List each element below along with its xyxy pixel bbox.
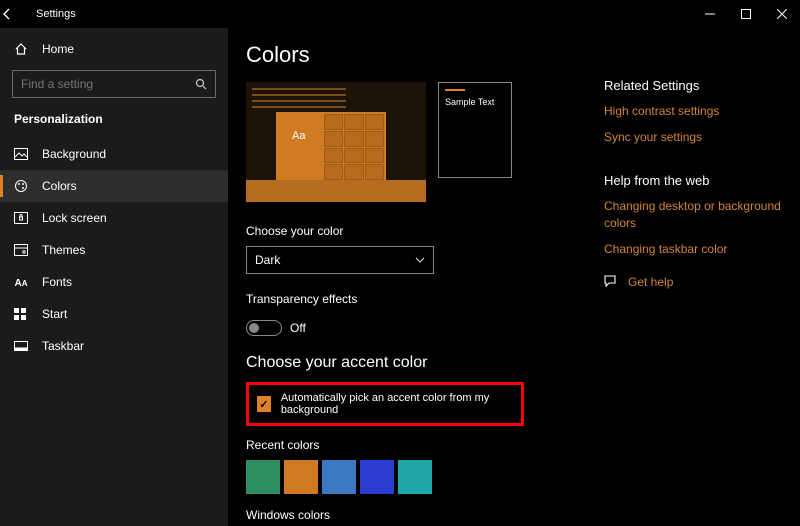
color-swatch[interactable] — [398, 460, 432, 494]
page-title: Colors — [246, 42, 800, 68]
related-settings-heading: Related Settings — [604, 78, 784, 93]
auto-pick-label: Automatically pick an accent color from … — [281, 392, 513, 416]
sidebar-item-label: Colors — [42, 179, 77, 193]
back-button[interactable] — [0, 7, 28, 21]
content-area: Colors Aa Sample Text Choose your color … — [228, 28, 800, 526]
choose-color-dropdown[interactable]: Dark — [246, 246, 434, 274]
recent-colors-label: Recent colors — [246, 438, 800, 452]
lock-screen-icon — [14, 212, 28, 224]
palette-icon — [14, 179, 28, 193]
chat-icon — [604, 275, 618, 288]
sidebar-category: Personalization — [0, 106, 228, 134]
title-bar: Settings — [0, 0, 800, 28]
sidebar-item-background[interactable]: Background — [0, 138, 228, 170]
get-help-link[interactable]: Get help — [604, 275, 784, 289]
sidebar-item-lock-screen[interactable]: Lock screen — [0, 202, 228, 234]
window-title: Settings — [36, 8, 692, 20]
close-button[interactable] — [764, 0, 800, 28]
sidebar-item-label: Background — [42, 147, 106, 161]
auto-pick-highlight: ✓ Automatically pick an accent color fro… — [246, 382, 524, 426]
search-icon — [195, 78, 207, 90]
transparency-label: Transparency effects — [246, 292, 800, 306]
get-help-label: Get help — [628, 275, 673, 289]
recent-colors-row — [246, 460, 800, 494]
auto-pick-checkbox[interactable]: ✓ — [257, 396, 271, 412]
preview-aa: Aa — [292, 130, 305, 142]
sidebar-item-taskbar[interactable]: Taskbar — [0, 330, 228, 362]
themes-icon — [14, 244, 28, 256]
transparency-state: Off — [290, 321, 306, 335]
preview-sample-text: Sample Text — [445, 97, 505, 107]
sidebar-item-themes[interactable]: Themes — [0, 234, 228, 266]
link-changing-taskbar-color[interactable]: Changing taskbar color — [604, 241, 784, 257]
accent-heading: Choose your accent color — [246, 354, 800, 372]
sidebar-item-label: Start — [42, 307, 67, 321]
sidebar-item-start[interactable]: Start — [0, 298, 228, 330]
chevron-down-icon — [415, 257, 425, 263]
color-swatch[interactable] — [284, 460, 318, 494]
link-sync-settings[interactable]: Sync your settings — [604, 129, 784, 145]
right-column: Related Settings High contrast settings … — [604, 78, 784, 289]
sidebar-item-label: Themes — [42, 243, 85, 257]
help-heading: Help from the web — [604, 173, 784, 188]
color-swatch[interactable] — [322, 460, 356, 494]
color-swatch[interactable] — [246, 460, 280, 494]
windows-colors-label: Windows colors — [246, 508, 800, 522]
sidebar-item-label: Lock screen — [42, 211, 107, 225]
link-changing-desktop-colors[interactable]: Changing desktop or background colors — [604, 198, 784, 230]
start-icon — [14, 308, 28, 320]
color-swatch[interactable] — [360, 460, 394, 494]
taskbar-icon — [14, 341, 28, 351]
sidebar-item-label: Taskbar — [42, 339, 84, 353]
search-input[interactable] — [21, 77, 195, 91]
transparency-toggle[interactable] — [246, 320, 282, 336]
sidebar-item-fonts[interactable]: AA Fonts — [0, 266, 228, 298]
dropdown-value: Dark — [255, 253, 280, 267]
home-icon — [14, 42, 28, 56]
fonts-icon: AA — [14, 275, 28, 289]
sidebar-item-label: Fonts — [42, 275, 72, 289]
search-box[interactable] — [12, 70, 216, 98]
link-high-contrast[interactable]: High contrast settings — [604, 103, 784, 119]
maximize-button[interactable] — [728, 0, 764, 28]
sidebar-home-label: Home — [42, 42, 74, 56]
sidebar: Home Personalization Background Colors L… — [0, 28, 228, 526]
preview-window: Sample Text — [438, 82, 512, 178]
sidebar-home[interactable]: Home — [0, 34, 228, 64]
sidebar-item-colors[interactable]: Colors — [0, 170, 228, 202]
picture-icon — [14, 148, 28, 160]
minimize-button[interactable] — [692, 0, 728, 28]
preview-desktop: Aa — [246, 82, 426, 202]
